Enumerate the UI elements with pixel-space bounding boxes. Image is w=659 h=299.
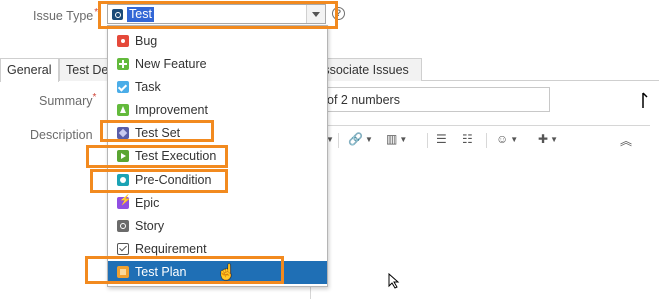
collapse-toolbar-icon[interactable]: ︽: [620, 132, 632, 149]
summary-value: of 2 numbers: [327, 93, 400, 107]
toolbar-separator: [338, 133, 339, 148]
required-mark: *: [92, 92, 97, 103]
option-new-feature[interactable]: New Feature: [108, 53, 327, 76]
option-label: Task: [135, 80, 161, 94]
option-label: Requirement: [135, 242, 207, 256]
option-bug[interactable]: Bug: [108, 30, 327, 53]
issue-type-label: Issue Type*: [33, 7, 99, 24]
option-label: Improvement: [135, 103, 208, 117]
requirement-icon: [117, 243, 129, 255]
option-label: New Feature: [135, 57, 207, 71]
option-story[interactable]: Story: [108, 215, 327, 238]
summary-input[interactable]: of 2 numbers: [310, 87, 550, 112]
task-icon: [117, 81, 129, 93]
new-feature-icon: [117, 58, 129, 70]
toolbar-separator: [427, 133, 428, 148]
option-label: Story: [135, 219, 165, 233]
option-task[interactable]: Task: [108, 76, 327, 99]
numbered-list-icon[interactable]: ☷: [462, 132, 473, 146]
improvement-icon: [117, 104, 129, 116]
summary-label: Summary*: [39, 92, 97, 109]
tab-general[interactable]: General: [0, 58, 59, 82]
hand-pointer-cursor: ☝: [217, 264, 236, 281]
option-improvement[interactable]: Improvement: [108, 99, 327, 122]
emoticon-icon[interactable]: ☺ ▼: [496, 132, 518, 146]
toolbar-separator: [486, 133, 487, 148]
description-label: Description: [30, 128, 93, 142]
highlight-box-issue-type: [98, 1, 338, 29]
insert-more-icon[interactable]: ✚ ▼: [538, 132, 558, 146]
highlight-box-test-set: [100, 120, 214, 142]
editor-toolbar: ▼ 🔗 ▼ ▥ ▼ ☰ ☷ ☺ ▼ ✚ ▼ ︽: [310, 126, 650, 156]
highlight-box-test-execution: [86, 145, 228, 168]
text-cursor-icon: [642, 92, 648, 108]
option-epic[interactable]: Epic: [108, 192, 327, 215]
mouse-pointer-icon: [388, 273, 400, 289]
bullet-list-icon[interactable]: ☰: [436, 132, 447, 146]
story-icon: [117, 220, 129, 232]
option-label: Epic: [135, 196, 160, 210]
option-label: Bug: [135, 34, 158, 48]
attachment-icon[interactable]: ▥ ▼: [386, 132, 407, 146]
highlight-box-test-plan: [85, 256, 284, 284]
bug-icon: [117, 35, 129, 47]
highlight-box-pre-condition: [90, 169, 228, 193]
link-icon[interactable]: 🔗 ▼: [348, 132, 373, 146]
epic-icon: [117, 195, 131, 209]
